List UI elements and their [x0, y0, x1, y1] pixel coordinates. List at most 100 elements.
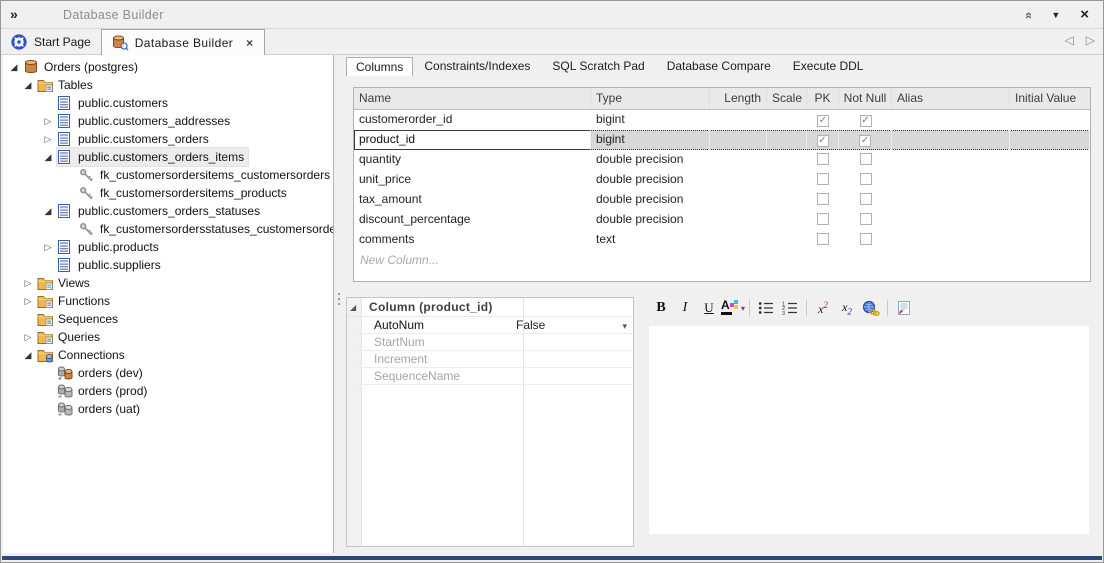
tree-item[interactable]: fk_customersordersstatuses_customersorde…: [3, 220, 333, 238]
column-row[interactable]: unit_pricedouble precision: [354, 170, 1090, 190]
tree-expand-icon[interactable]: ▷: [39, 116, 57, 127]
cell-length[interactable]: [710, 170, 767, 190]
cell-pk[interactable]: [807, 210, 839, 230]
cell-type[interactable]: double precision: [591, 170, 710, 190]
cell-type[interactable]: double precision: [591, 210, 710, 230]
checkbox-unchecked[interactable]: [860, 173, 872, 185]
italic-button[interactable]: I: [673, 297, 697, 319]
cell-pk[interactable]: [807, 170, 839, 190]
tree-expand-icon[interactable]: ▷: [19, 296, 37, 307]
checkbox-checked[interactable]: ✓: [859, 135, 871, 147]
column-row[interactable]: discount_percentagedouble precision: [354, 210, 1090, 230]
cell-type[interactable]: text: [591, 230, 710, 250]
cell-pk[interactable]: ✓: [807, 110, 839, 130]
checkbox-checked[interactable]: ✓: [817, 115, 829, 127]
cell-length[interactable]: [710, 210, 767, 230]
tree-item[interactable]: fk_customersordersitems_products: [3, 184, 333, 202]
column-row[interactable]: tax_amountdouble precision: [354, 190, 1090, 210]
cell-pk[interactable]: [807, 230, 839, 250]
tab-columns[interactable]: Columns: [346, 57, 413, 76]
tree-item[interactable]: orders (prod): [3, 382, 333, 400]
tab-scroll-left-icon[interactable]: ◁: [1065, 33, 1074, 47]
checkbox-unchecked[interactable]: [860, 153, 872, 165]
cell-scale[interactable]: [767, 130, 807, 150]
checkbox-unchecked[interactable]: [817, 233, 829, 245]
cell-initial-value[interactable]: [1010, 110, 1090, 130]
column-row[interactable]: commentstext: [354, 230, 1090, 250]
cell-name[interactable]: comments: [354, 230, 591, 250]
cell-length[interactable]: [710, 110, 767, 130]
cell-type[interactable]: bigint: [591, 130, 710, 150]
column-row[interactable]: product_idbigint ✓ ✓: [354, 130, 1090, 150]
column-row[interactable]: customerorder_idbigint ✓ ✓: [354, 110, 1090, 130]
cell-name[interactable]: unit_price: [354, 170, 591, 190]
cell-length[interactable]: [710, 230, 767, 250]
new-column-row[interactable]: New Column...: [354, 250, 1090, 270]
panel-splitter[interactable]: [335, 55, 346, 553]
cell-not-null[interactable]: [839, 150, 892, 170]
cell-alias[interactable]: [892, 210, 1010, 230]
tree-item[interactable]: ▷ public.products: [3, 238, 333, 256]
cell-alias[interactable]: [892, 190, 1010, 210]
cell-not-null[interactable]: ✓: [839, 110, 892, 130]
column-row[interactable]: quantitydouble precision: [354, 150, 1090, 170]
checkbox-unchecked[interactable]: [817, 153, 829, 165]
tree-item[interactable]: ▷ Queries: [3, 328, 333, 346]
cell-not-null[interactable]: ✓: [839, 130, 892, 150]
cell-name[interactable]: quantity: [354, 150, 591, 170]
bullet-list-button[interactable]: [754, 297, 778, 319]
tree-item[interactable]: public.suppliers: [3, 256, 333, 274]
tree-item[interactable]: fk_customersordersitems_customersorders: [3, 166, 333, 184]
checkbox-unchecked[interactable]: [860, 233, 872, 245]
tree-collapse-icon[interactable]: ◢: [39, 152, 57, 163]
tab-database-builder[interactable]: Database Builder ×: [101, 29, 265, 55]
cell-scale[interactable]: [767, 210, 807, 230]
cell-not-null[interactable]: [839, 230, 892, 250]
hyperlink-button[interactable]: [859, 297, 883, 319]
cell-scale[interactable]: [767, 170, 807, 190]
cell-type[interactable]: double precision: [591, 190, 710, 210]
cell-alias[interactable]: [892, 150, 1010, 170]
tab-start-page[interactable]: Start Page: [1, 29, 101, 54]
tab-scroll-right-icon[interactable]: ▷: [1086, 33, 1095, 47]
cell-scale[interactable]: [767, 230, 807, 250]
cell-name[interactable]: discount_percentage: [354, 210, 591, 230]
cell-scale[interactable]: [767, 110, 807, 130]
cell-type[interactable]: bigint: [591, 110, 710, 130]
cell-pk[interactable]: [807, 150, 839, 170]
dropdown-arrow-icon[interactable]: ▾: [622, 318, 627, 334]
tree-expand-icon[interactable]: ▷: [19, 278, 37, 289]
underline-button[interactable]: U: [697, 297, 721, 319]
tree-expand-icon[interactable]: ▷: [39, 242, 57, 253]
checkbox-unchecked[interactable]: [860, 213, 872, 225]
cell-initial-value[interactable]: [1010, 230, 1090, 250]
cell-name[interactable]: product_id: [354, 130, 591, 150]
collapse-panel-icon[interactable]: »: [1020, 11, 1035, 18]
cell-type[interactable]: double precision: [591, 150, 710, 170]
cell-initial-value[interactable]: [1010, 190, 1090, 210]
cell-alias[interactable]: [892, 230, 1010, 250]
subscript-button[interactable]: x2: [835, 297, 859, 319]
tree-collapse-icon[interactable]: ◢: [19, 80, 37, 91]
property-group-header[interactable]: ◢ Column (product_id): [347, 298, 633, 317]
tree-item[interactable]: ▷ Views: [3, 274, 333, 292]
menu-chevrons-icon[interactable]: »: [10, 6, 30, 24]
tree-collapse-icon[interactable]: ◢: [39, 206, 57, 217]
tree-collapse-icon[interactable]: ◢: [19, 350, 37, 361]
cell-alias[interactable]: [892, 170, 1010, 190]
cell-name[interactable]: tax_amount: [354, 190, 591, 210]
name-edit-field[interactable]: product_id: [354, 130, 591, 150]
cell-not-null[interactable]: [839, 190, 892, 210]
tree-item[interactable]: ◢ public.customers_orders_statuses: [3, 202, 333, 220]
tab-database-compare[interactable]: Database Compare: [656, 57, 782, 76]
tree-item[interactable]: ▷ public.customers_addresses: [3, 112, 333, 130]
checkbox-checked[interactable]: ✓: [817, 135, 829, 147]
cell-initial-value[interactable]: [1010, 130, 1090, 150]
checkbox-unchecked[interactable]: [817, 193, 829, 205]
checkbox-unchecked[interactable]: [817, 173, 829, 185]
tab-constraints-indexes[interactable]: Constraints/Indexes: [413, 57, 541, 76]
tree-item[interactable]: ▷ public.customers_orders: [3, 130, 333, 148]
cell-name[interactable]: customerorder_id: [354, 110, 591, 130]
tree-item[interactable]: ◢ public.customers_orders_items: [3, 148, 333, 166]
cell-initial-value[interactable]: [1010, 150, 1090, 170]
